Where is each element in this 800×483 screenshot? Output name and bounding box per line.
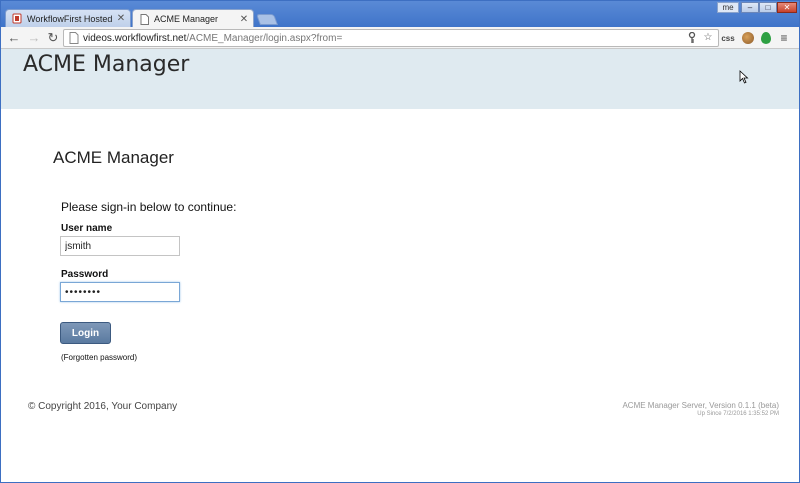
browser-titlebar: WorkflowFirst Hosted De ✕ ACME Manager ✕… bbox=[1, 1, 799, 28]
username-input[interactable] bbox=[60, 236, 180, 256]
site-header: ACME Manager bbox=[1, 49, 799, 109]
address-bar[interactable]: videos.workflowfirst.net/ACME_Manager/lo… bbox=[63, 29, 719, 47]
hamburger-menu-icon[interactable]: ≡ bbox=[778, 32, 790, 44]
login-heading: ACME Manager bbox=[53, 148, 174, 167]
close-window-button[interactable]: ✕ bbox=[777, 2, 797, 13]
site-title: ACME Manager bbox=[23, 52, 190, 77]
page-icon bbox=[139, 13, 149, 25]
url-host: videos.workflowfirst.net bbox=[83, 32, 187, 44]
key-icon[interactable] bbox=[686, 31, 698, 44]
tab-title: WorkflowFirst Hosted De bbox=[27, 13, 115, 24]
new-tab-button[interactable] bbox=[255, 14, 279, 25]
tab-title: ACME Manager bbox=[154, 14, 219, 24]
url-path: /ACME_Manager/login.aspx?from= bbox=[186, 32, 343, 44]
forgotten-password-link[interactable]: (Forgotten password) bbox=[61, 353, 137, 362]
server-version-text: ACME Manager Server, Version 0.1.1 (beta… bbox=[622, 401, 779, 410]
close-icon[interactable]: ✕ bbox=[115, 13, 127, 24]
css-extension-icon[interactable]: css bbox=[721, 34, 735, 43]
tab-workflowfirst[interactable]: WorkflowFirst Hosted De ✕ bbox=[5, 9, 131, 27]
close-icon[interactable]: ✕ bbox=[238, 14, 250, 25]
back-arrow-icon[interactable]: ← bbox=[6, 30, 22, 46]
leaf-extension-icon[interactable] bbox=[761, 32, 771, 44]
page-icon bbox=[69, 32, 79, 44]
reload-icon[interactable]: ↻ bbox=[45, 30, 61, 46]
cookie-extension-icon[interactable] bbox=[742, 32, 754, 44]
tab-acme-manager[interactable]: ACME Manager ✕ bbox=[132, 9, 254, 28]
copyright-text: © Copyright 2016, Your Company bbox=[28, 401, 178, 412]
login-prompt: Please sign-in below to continue: bbox=[61, 200, 237, 214]
window-user-badge[interactable]: me bbox=[717, 2, 739, 13]
maximize-button[interactable]: □ bbox=[759, 2, 777, 13]
mouse-cursor-icon bbox=[739, 70, 749, 84]
login-button[interactable]: Login bbox=[60, 322, 111, 344]
forward-arrow-icon[interactable]: → bbox=[26, 30, 42, 46]
extensions-area: css ≡ bbox=[721, 30, 790, 46]
password-label: Password bbox=[61, 269, 109, 280]
star-icon[interactable]: ☆ bbox=[702, 32, 714, 44]
password-input[interactable] bbox=[60, 282, 180, 302]
browser-toolbar: ← → ↻ videos.workflowfirst.net/ACME_Mana… bbox=[1, 27, 799, 49]
minimize-button[interactable]: – bbox=[741, 2, 759, 13]
workflowfirst-favicon-icon bbox=[12, 13, 22, 24]
server-uptime-text: Up Since 7/2/2016 1:35:52 PM bbox=[697, 411, 779, 417]
username-label: User name bbox=[61, 223, 113, 234]
